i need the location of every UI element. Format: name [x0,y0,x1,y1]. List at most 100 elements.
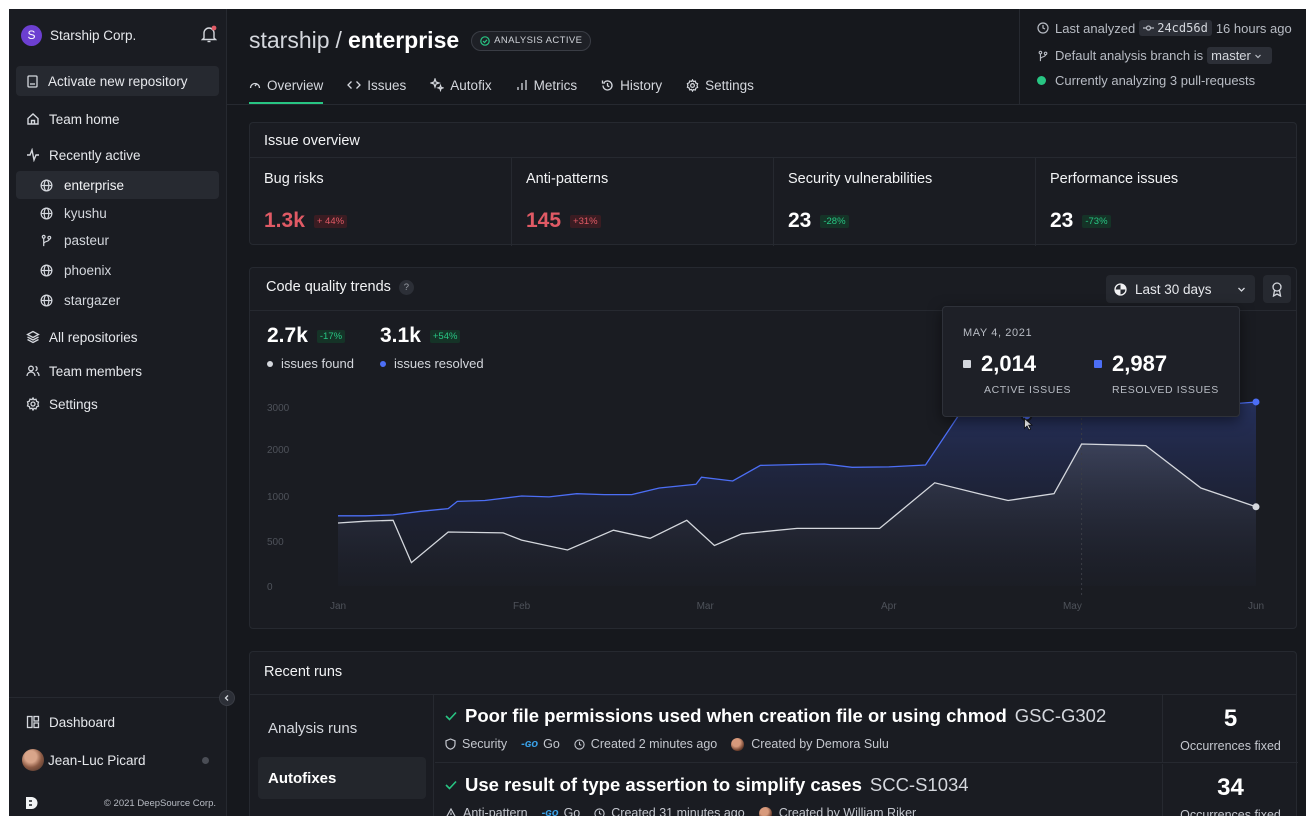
list-item[interactable]: Use result of type assertion to simplify… [435,764,1298,816]
check-icon [445,780,457,790]
globe-icon [40,264,53,276]
recent-runs-card: Recent runs Analysis runs Autofixes Poor… [249,651,1298,816]
avatar [731,737,745,751]
dashboard-icon [26,715,40,729]
sidebar-item-all-repositories[interactable]: All repositories [16,323,219,351]
repo-label: kyushu [64,205,107,221]
activate-repository-button[interactable]: Activate new repository [16,66,219,96]
y-tick-label: 0 [267,582,273,593]
sidebar-repo-enterprise[interactable]: enterprise [16,171,219,199]
language-label: Go [563,806,581,816]
sidebar-item-label: Team members [49,363,143,379]
x-tick-label: May [1063,601,1082,612]
tab-issues[interactable]: Issues [347,70,406,100]
y-tick-label: 3000 [267,403,290,414]
status-badge-label: ANALYSIS ACTIVE [494,35,583,46]
metric-bug-risks[interactable]: Bug risks 1.3k + 44% [250,158,512,246]
repo-label: stargazer [64,292,121,308]
gear-icon [26,397,40,411]
sidebar-item-recently-active[interactable]: Recently active [16,141,219,169]
legend-square [1094,360,1102,368]
layers-icon [26,330,40,344]
legend-square [963,360,971,368]
metric-delta: +31% [570,214,601,228]
commit-icon [1143,25,1155,31]
x-tick-label: Mar [697,601,715,612]
active-issues-value: 2,014 [981,351,1037,376]
sidebar-repo-kyushu[interactable]: kyushu [16,199,219,227]
tab-autofixes[interactable]: Autofixes [258,757,426,799]
clock-icon [574,738,585,750]
run-title: Poor file permissions used when creation… [445,705,1106,727]
commit-chip[interactable]: 24cd56d [1139,20,1212,36]
metric-performance-issues[interactable]: Performance issues 23 -73% [1036,158,1298,246]
sidebar-repo-phoenix[interactable]: phoenix [16,256,219,284]
issue-code: GSC-G302 [1014,705,1107,726]
analysis-status-panel: Last analyzed 24cd56d 16 hours ago Defau… [1019,9,1306,105]
tab-overview[interactable]: Overview [249,70,324,104]
metric-anti-patterns[interactable]: Anti-patterns 145 +31% [512,158,774,246]
metric-security-vulnerabilities[interactable]: Security vulnerabilities 23 -28% [774,158,1036,246]
bell-icon[interactable] [201,25,217,43]
metric-value: 23 -28% [788,209,849,233]
run-creator: Created by William Riker [758,806,916,816]
metric-delta: + 44% [313,214,348,228]
check-icon [445,711,457,721]
tab-label: Issues [367,77,407,93]
globe-icon [40,294,53,306]
tab-label: Settings [705,77,754,93]
sidebar-item-dashboard[interactable]: Dashboard [16,708,219,736]
metric-label: Performance issues [1050,171,1179,187]
sidebar-item-settings[interactable]: Settings [16,390,219,418]
x-tick-label: Jun [1248,601,1264,612]
home-icon [27,113,39,125]
collapse-sidebar-button[interactable] [219,690,235,706]
tab-label: History [620,77,663,93]
tab-settings[interactable]: Settings [686,70,754,100]
branch-name: master [1211,48,1251,63]
sidebar-repo-pasteur[interactable]: pasteur [16,226,219,254]
bar-chart-icon [516,80,527,90]
sidebar-divider [9,697,227,698]
metric-label: Bug risks [264,171,324,187]
last-analyzed: Last analyzed 24cd56d 16 hours ago [1037,20,1292,36]
go-icon: -ɢo [541,807,559,816]
repo-tabs: Overview Issues Autofix Metrics History … [249,70,778,105]
org-switcher[interactable]: S Starship Corp. [21,23,217,47]
branch-prefix: Default analysis branch is [1055,48,1204,63]
branch-select[interactable]: master [1207,47,1272,64]
org-name: Starship Corp. [50,27,137,43]
list-item[interactable]: Poor file permissions used when creation… [435,695,1298,763]
occurrences-label: Occurrences fixed [1180,808,1281,816]
activity-icon [27,148,39,162]
chevron-left-icon [224,695,229,701]
owner-name[interactable]: starship [249,27,330,54]
users-icon [26,365,40,377]
run-title: Use result of type assertion to simplify… [445,774,969,796]
sidebar-item-label: Recently active [49,147,141,163]
sidebar-item-team-members[interactable]: Team members [16,357,219,385]
issue-overview-title: Issue overview [264,133,360,149]
default-branch: Default analysis branch is master [1037,47,1276,64]
repository-icon [27,74,38,88]
sidebar-item-team-home[interactable]: Team home [16,105,219,133]
presence-dot [202,756,209,764]
tab-autofix[interactable]: Autofix [430,70,492,100]
chevron-down-icon [1254,54,1261,58]
sidebar-repo-stargazer[interactable]: stargazer [16,286,219,314]
metric-delta: -73% [1082,214,1111,228]
tab-history[interactable]: History [601,70,662,100]
sidebar-item-label: Dashboard [49,714,116,730]
metric-value: 145 +31% [526,209,601,233]
clock-icon [1037,22,1049,34]
metric-number: 1.3k [264,209,305,232]
code-quality-trends-card: Code quality trends ? Last 30 days 2.7k … [249,267,1297,629]
tab-analysis-runs[interactable]: Analysis runs [258,707,426,749]
user-menu[interactable]: Jean-Luc Picard [16,746,219,774]
tooltip-date: MAY 4, 2021 [963,327,1033,339]
tab-label: Overview [267,77,324,93]
sidebar-item-label: Settings [49,396,98,412]
git-branch-icon [1038,50,1048,61]
x-tick-label: Apr [881,601,897,612]
tab-metrics[interactable]: Metrics [516,70,577,100]
